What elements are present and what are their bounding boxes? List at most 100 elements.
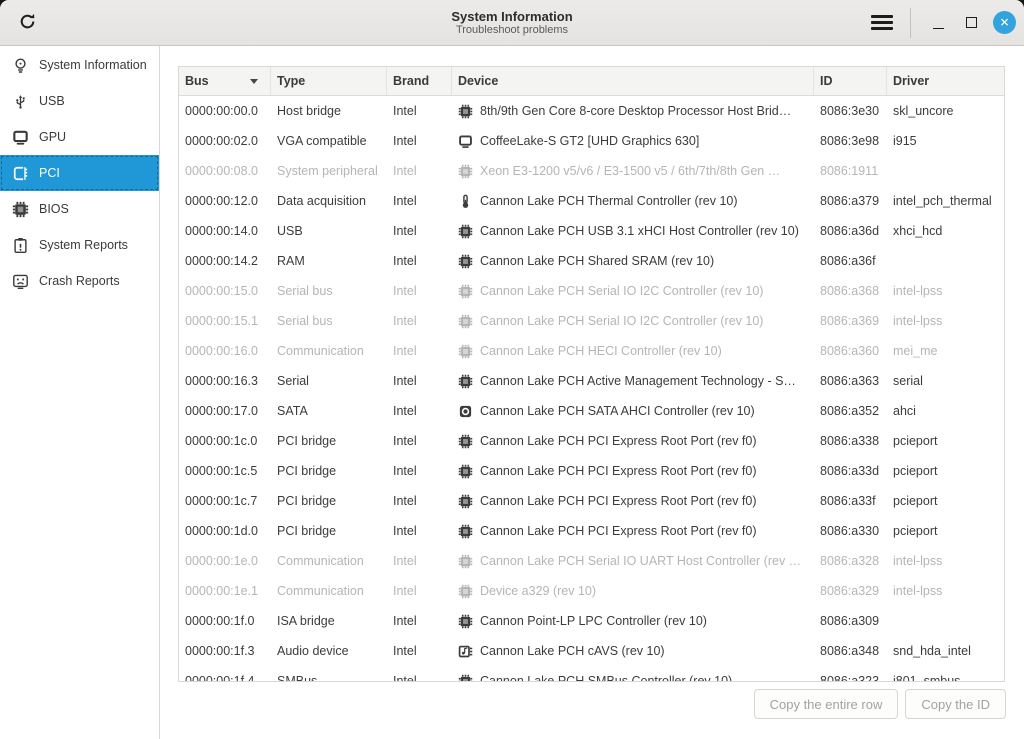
table-row[interactable]: 0000:00:15.0Serial busIntelCannon Lake P… (179, 276, 1004, 306)
table-row[interactable]: 0000:00:17.0SATAIntelCannon Lake PCH SAT… (179, 396, 1004, 426)
cell-bus: 0000:00:17.0 (179, 404, 271, 418)
cell-device: Cannon Lake PCH SATA AHCI Controller (re… (452, 404, 814, 419)
device-name: Cannon Lake PCH SATA AHCI Controller (re… (480, 404, 755, 418)
sidebar-item-pci[interactable]: PCI (0, 155, 159, 191)
chip-icon (458, 674, 473, 683)
sidebar-item-usb[interactable]: USB (0, 83, 159, 119)
cell-device: CoffeeLake-S GT2 [UHD Graphics 630] (452, 134, 814, 149)
device-name: Cannon Lake PCH PCI Express Root Port (r… (480, 434, 757, 448)
device-name: Xeon E3-1200 v5/v6 / E3-1500 v5 / 6th/7t… (480, 164, 780, 178)
table-row[interactable]: 0000:00:1e.1CommunicationIntelDevice a32… (179, 576, 1004, 606)
cell-bus: 0000:00:1c.5 (179, 464, 271, 478)
table-row[interactable]: 0000:00:14.0USBIntelCannon Lake PCH USB … (179, 216, 1004, 246)
table-row[interactable]: 0000:00:1e.0CommunicationIntelCannon Lak… (179, 546, 1004, 576)
cell-bus: 0000:00:1f.0 (179, 614, 271, 628)
table-row[interactable]: 0000:00:16.0CommunicationIntelCannon Lak… (179, 336, 1004, 366)
cell-type: Audio device (271, 644, 387, 658)
cell-id: 8086:a323 (814, 674, 887, 682)
minimize-button[interactable] (926, 11, 950, 35)
cell-id: 8086:3e30 (814, 104, 887, 118)
table-row[interactable]: 0000:00:08.0System peripheralIntelXeon E… (179, 156, 1004, 186)
usb-icon (12, 93, 29, 110)
copy-id-button[interactable]: Copy the ID (905, 689, 1006, 719)
sidebar-item-gpu[interactable]: GPU (0, 119, 159, 155)
device-name: Cannon Lake PCH Serial IO I2C Controller… (480, 284, 763, 298)
table-row[interactable]: 0000:00:14.2RAMIntelCannon Lake PCH Shar… (179, 246, 1004, 276)
column-header-id[interactable]: ID (814, 67, 887, 95)
cell-brand: Intel (387, 494, 452, 508)
cell-id: 8086:1911 (814, 164, 887, 178)
refresh-button[interactable] (14, 10, 40, 36)
sidebar-item-bios[interactable]: BIOS (0, 191, 159, 227)
chip-icon (458, 104, 473, 119)
cell-driver: pcieport (887, 494, 1004, 508)
column-header-device[interactable]: Device (452, 67, 814, 95)
table-row[interactable]: 0000:00:1f.4SMBusIntelCannon Lake PCH SM… (179, 666, 1004, 682)
cell-type: PCI bridge (271, 524, 387, 538)
device-name: Cannon Lake PCH Shared SRAM (rev 10) (480, 254, 714, 268)
window-content: System InformationUSB GPU PCI BIOSSystem Re… (0, 46, 1024, 739)
table-row[interactable]: 0000:00:1f.3Audio deviceIntelCannon Lake… (179, 636, 1004, 666)
chip-icon (458, 554, 473, 569)
device-name: Cannon Lake PCH Serial IO I2C Controller… (480, 314, 763, 328)
table-row[interactable]: 0000:00:1c.5PCI bridgeIntelCannon Lake P… (179, 456, 1004, 486)
cell-device: Xeon E3-1200 v5/v6 / E3-1500 v5 / 6th/7t… (452, 164, 814, 179)
cell-bus: 0000:00:00.0 (179, 104, 271, 118)
table-header-row: Bus TypeBrandDeviceIDDriver (179, 67, 1004, 96)
column-header-brand[interactable]: Brand (387, 67, 452, 95)
table-row[interactable]: 0000:00:1c.7PCI bridgeIntelCannon Lake P… (179, 486, 1004, 516)
sidebar-item-label: PCI (39, 166, 60, 180)
cell-device: Cannon Lake PCH USB 3.1 xHCI Host Contro… (452, 224, 814, 239)
device-name: Cannon Lake PCH PCI Express Root Port (r… (480, 494, 757, 508)
column-header-driver[interactable]: Driver (887, 67, 1004, 95)
table-row[interactable]: 0000:00:00.0Host bridgeIntel8th/9th Gen … (179, 96, 1004, 126)
cell-id: 8086:a329 (814, 584, 887, 598)
close-button[interactable]: ✕ (993, 11, 1016, 34)
cell-device: Cannon Lake PCH PCI Express Root Port (r… (452, 494, 814, 509)
column-header-bus[interactable]: Bus (179, 67, 271, 95)
cell-device: Cannon Lake PCH Serial IO UART Host Cont… (452, 554, 814, 569)
cell-id: 8086:a363 (814, 374, 887, 388)
table-row[interactable]: 0000:00:1f.0ISA bridgeIntelCannon Point-… (179, 606, 1004, 636)
cell-brand: Intel (387, 674, 452, 682)
chip-icon (458, 614, 473, 629)
table-row[interactable]: 0000:00:16.3SerialIntelCannon Lake PCH A… (179, 366, 1004, 396)
cell-id: 8086:a36d (814, 224, 887, 238)
table-row[interactable]: 0000:00:15.1Serial busIntelCannon Lake P… (179, 306, 1004, 336)
cell-device: Cannon Lake PCH PCI Express Root Port (r… (452, 434, 814, 449)
pci-card-icon (12, 165, 29, 182)
copy-row-button[interactable]: Copy the entire row (754, 689, 899, 719)
maximize-button[interactable] (959, 11, 983, 35)
table-row[interactable]: 0000:00:12.0Data acquisitionIntelCannon … (179, 186, 1004, 216)
cell-type: Host bridge (271, 104, 387, 118)
table-row[interactable]: 0000:00:1c.0PCI bridgeIntelCannon Lake P… (179, 426, 1004, 456)
cell-type: Data acquisition (271, 194, 387, 208)
column-header-type[interactable]: Type (271, 67, 387, 95)
titlebar: System Information Troubleshoot problems… (0, 0, 1024, 46)
table-row[interactable]: 0000:00:1d.0PCI bridgeIntelCannon Lake P… (179, 516, 1004, 546)
cell-brand: Intel (387, 164, 452, 178)
cell-device: 8th/9th Gen Core 8-core Desktop Processo… (452, 104, 814, 119)
cell-brand: Intel (387, 374, 452, 388)
column-header-label: Bus (185, 74, 209, 88)
menu-button[interactable] (871, 12, 893, 33)
chip-icon (458, 524, 473, 539)
cell-brand: Intel (387, 194, 452, 208)
cell-brand: Intel (387, 584, 452, 598)
cell-driver: i915 (887, 134, 1004, 148)
device-name: Device a329 (rev 10) (480, 584, 596, 598)
cell-device: Cannon Lake PCH Thermal Controller (rev … (452, 194, 814, 209)
cell-id: 8086:a338 (814, 434, 887, 448)
cell-driver: serial (887, 374, 1004, 388)
sidebar-item-system-information[interactable]: System Information (0, 47, 159, 83)
sidebar-item-system-reports[interactable]: System Reports (0, 227, 159, 263)
audio-card-icon (458, 644, 473, 659)
sidebar-item-crash-reports[interactable]: Crash Reports (0, 263, 159, 299)
cell-driver: intel-lpss (887, 584, 1004, 598)
cell-brand: Intel (387, 224, 452, 238)
cell-device: Cannon Lake PCH Serial IO I2C Controller… (452, 284, 814, 299)
table-row[interactable]: 0000:00:02.0VGA compatibleIntelCoffeeLak… (179, 126, 1004, 156)
cell-type: System peripheral (271, 164, 387, 178)
sidebar-item-label: GPU (39, 130, 66, 144)
cell-type: Communication (271, 584, 387, 598)
